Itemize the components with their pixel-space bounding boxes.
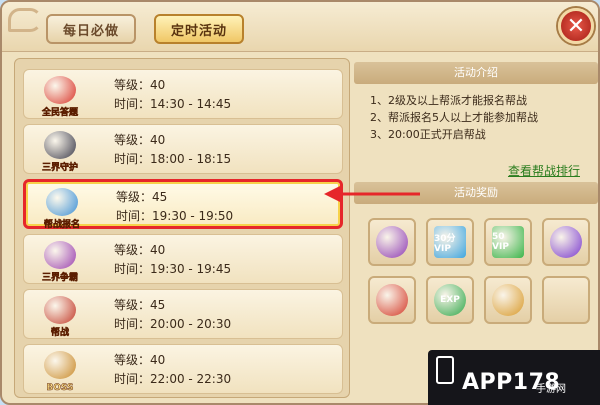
vip-card-50-icon: 50 VIP [492, 226, 524, 258]
reward-slot[interactable]: 50 VIP [484, 218, 532, 266]
exp-orb-icon: EXP [434, 284, 466, 316]
activity-level: 等级：40 [114, 243, 166, 257]
activity-level: 等级：45 [116, 190, 168, 204]
activity-time: 时间：20:00 - 20:30 [114, 317, 232, 331]
activity-level: 等级：45 [114, 298, 166, 312]
activity-level: 等级：40 [114, 353, 166, 367]
reward-slot[interactable] [484, 276, 532, 324]
reward-slot[interactable]: 30分 VIP [426, 218, 474, 266]
activity-caption: 三界守护 [41, 163, 79, 174]
intro-line: 1、2级及以上帮派才能报名帮战 [370, 94, 527, 107]
activity-level: 等级：40 [114, 133, 166, 147]
intro-title: 活动介绍 [354, 62, 598, 84]
activity-caption: 三界争霸 [41, 273, 79, 284]
reward-slot[interactable]: EXP [426, 276, 474, 324]
vip-card-30-icon: 30分 VIP [434, 226, 466, 258]
view-guild-ranking-link[interactable]: 查看帮战排行 [508, 162, 580, 179]
activity-window: 每日必做 定时活动 ✕ 全民答题 等级：40 时间：14:30 - 14:45 三界守… [0, 0, 600, 405]
activity-row[interactable]: 三界守护 等级：40 时间：18:00 - 18:15 [23, 124, 343, 174]
boss-helmet-icon: BOSS [38, 349, 82, 393]
gold-coin-icon [492, 284, 524, 316]
tab-timed-events[interactable]: 定时活动 [154, 14, 244, 44]
cloud-swirl-icon [8, 8, 42, 32]
intro-line: 3、20:00正式开启帮战 [370, 128, 486, 141]
activity-info: 等级：40 时间：22:00 - 22:30 [114, 351, 231, 389]
reward-slot[interactable] [368, 276, 416, 324]
activity-caption: BOSS [46, 383, 74, 394]
pointer-arrow-icon [324, 185, 420, 203]
activity-info: 等级：40 时间：18:00 - 18:15 [114, 131, 231, 169]
activity-info: 等级：45 时间：20:00 - 20:30 [114, 296, 231, 334]
activity-time: 时间：19:30 - 19:50 [116, 209, 234, 223]
activity-row[interactable]: 全民答题 等级：40 时间：14:30 - 14:45 [23, 69, 343, 119]
activity-row[interactable]: 三界争霸 等级：40 时间：19:30 - 19:45 [23, 234, 343, 284]
tab-daily[interactable]: 每日必做 [46, 14, 136, 44]
purple-crystal-icon [550, 226, 582, 258]
activity-row[interactable]: 帮战 等级：45 时间：20:00 - 20:30 [23, 289, 343, 339]
activity-row[interactable]: BOSS 等级：40 时间：22:00 - 22:30 [23, 344, 343, 394]
dark-warrior-icon: 三界守护 [38, 129, 82, 173]
activity-info: 等级：45 时间：19:30 - 19:50 [116, 188, 233, 226]
intro-description: 1、2级及以上帮派才能报名帮战 2、帮派报名5人以上才能参加帮战 3、20:00… [370, 92, 538, 143]
activity-info: 等级：40 时间：14:30 - 14:45 [114, 76, 231, 114]
intro-line: 2、帮派报名5人以上才能参加帮战 [370, 111, 538, 124]
guild-banner-icon [376, 284, 408, 316]
close-icon: ✕ [566, 13, 586, 39]
activity-time: 时间：14:30 - 14:45 [114, 97, 232, 111]
activity-time: 时间：19:30 - 19:45 [114, 262, 232, 276]
crossed-swords-icon: 帮战 [38, 294, 82, 338]
activity-list: 全民答题 等级：40 时间：14:30 - 14:45 三界守护 等级：40 时间：18:… [14, 58, 350, 398]
detail-panel: 活动介绍 1、2级及以上帮派才能报名帮战 2、帮派报名5人以上才能参加帮战 3、… [354, 58, 598, 358]
activity-caption: 帮战 [50, 328, 70, 339]
activity-caption: 帮战报名 [43, 220, 81, 231]
reward-slot[interactable] [542, 218, 590, 266]
purple-orb-icon: 三界争霸 [38, 239, 82, 283]
activity-info: 等级：40 时间：19:30 - 19:45 [114, 241, 231, 279]
gem-amulet-icon [376, 226, 408, 258]
watermark-sub: 手游网 [536, 384, 566, 395]
activity-level: 等级：40 [114, 78, 166, 92]
top-bar: 每日必做 定时活动 ✕ [2, 2, 598, 52]
close-button[interactable]: ✕ [558, 8, 594, 44]
activity-caption: 全民答题 [41, 108, 79, 119]
reward-slot[interactable] [368, 218, 416, 266]
activity-row[interactable]: 帮战报名 等级：45 时间：19:30 - 19:50 [23, 179, 343, 230]
activity-time: 时间：18:00 - 18:15 [114, 152, 232, 166]
phone-icon [436, 356, 454, 384]
horn-icon: 帮战报名 [40, 186, 84, 230]
activity-time: 时间：22:00 - 22:30 [114, 372, 232, 386]
gold-sack-icon: 全民答题 [38, 74, 82, 118]
reward-slot[interactable] [542, 276, 590, 324]
